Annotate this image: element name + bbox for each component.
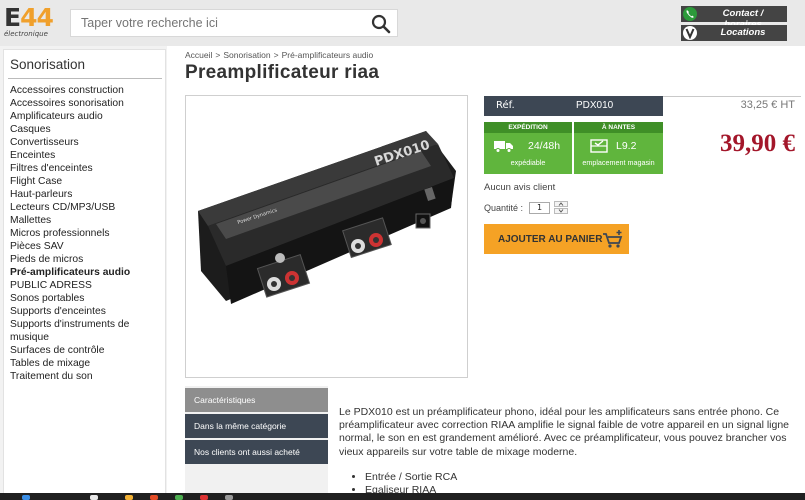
taskbar-app-icon[interactable]	[225, 495, 233, 500]
chevron-up-icon	[558, 202, 564, 206]
locations-label: Locations	[720, 27, 766, 38]
breadcrumb-separator: >	[215, 50, 221, 60]
phone-icon	[683, 7, 697, 21]
sidebar-title: Sonorisation	[10, 57, 86, 72]
sidebar-item[interactable]: Sonos portables	[10, 292, 162, 305]
reference-bar: Réf. PDX010	[484, 96, 663, 116]
locations-button[interactable]: Locations	[681, 25, 787, 41]
breadcrumb-link[interactable]: Pré-amplificateurs audio	[282, 50, 374, 60]
chevron-down-icon	[558, 209, 564, 213]
reviews-link[interactable]: Aucun avis client	[484, 182, 555, 193]
logo-letter: E	[4, 3, 21, 32]
browser-icon[interactable]	[175, 495, 183, 500]
store-box: À NANTES L9.2 emplacement magasin	[574, 122, 663, 174]
page-title: Preamplificateur riaa	[185, 62, 380, 83]
product-description: Le PDX010 est un préamplificateur phono,…	[339, 406, 789, 458]
sidebar-item[interactable]: Flight Case	[10, 175, 162, 188]
locations-icon	[683, 26, 697, 40]
product-photo: PDX010 Power Dynamics	[198, 131, 456, 304]
sidebar-item[interactable]: musique	[10, 331, 162, 344]
logo-number: 44	[20, 3, 54, 32]
search-box	[70, 9, 398, 37]
product-image[interactable]: PDX010 Power Dynamics	[185, 95, 468, 378]
shipping-status: expédiable	[510, 158, 546, 167]
quantity-decrease[interactable]	[554, 208, 568, 214]
reference-value: PDX010	[576, 100, 614, 111]
sidebar-item[interactable]: Amplificateurs audio	[10, 110, 162, 123]
store-location-label: emplacement magasin	[582, 158, 655, 167]
product-main: Accueil > Sonorisation > Pré-amplificateurs …	[167, 46, 805, 500]
sidebar-divider	[8, 78, 162, 79]
sidebar-item[interactable]: PUBLIC ADRESS	[10, 279, 162, 292]
sidebar-item[interactable]: Pré-amplificateurs audio	[10, 266, 162, 279]
site-logo[interactable]: E44 électronique	[4, 3, 58, 40]
sidebar-item[interactable]: Haut-parleurs	[10, 188, 162, 201]
tab-same-category[interactable]: Dans la même catégorie	[185, 414, 328, 438]
sidebar-item[interactable]: Casques	[10, 123, 162, 136]
add-to-cart-label: AJOUTER AU PANIER	[498, 234, 603, 245]
shelf-icon	[590, 139, 610, 153]
sidebar-item[interactable]: Accessoires construction	[10, 84, 162, 97]
product-price: 39,90 €	[720, 130, 795, 157]
store-header: À NANTES	[574, 122, 663, 133]
breadcrumb-separator: >	[273, 50, 279, 60]
price-divider	[663, 96, 801, 97]
search-input[interactable]	[81, 16, 361, 30]
sidebar-item[interactable]: Enceintes	[10, 149, 162, 162]
feature-item: Entrée / Sortie RCA	[365, 471, 457, 484]
category-sidebar: Sonorisation Accessoires construction Acc…	[3, 49, 166, 500]
store-location: L9.2	[616, 140, 637, 152]
quantity-input[interactable]: 1	[529, 202, 550, 214]
sidebar-item[interactable]: Filtres d'enceintes	[10, 162, 162, 175]
reference-label: Réf.	[496, 100, 515, 111]
shipping-header: EXPÉDITION	[484, 122, 572, 133]
cart-icon	[602, 229, 624, 249]
shipping-box: EXPÉDITION 24/48h expédiable	[484, 122, 572, 174]
tab-characteristics[interactable]: Caractéristiques	[185, 388, 328, 412]
sidebar-item[interactable]: Supports d'instruments de	[10, 318, 162, 331]
taskbar-app-icon[interactable]	[150, 495, 158, 500]
sidebar-item[interactable]: Pièces SAV	[10, 240, 162, 253]
price-excl-tax: 33,25 € HT	[740, 99, 795, 111]
truck-icon	[494, 139, 514, 153]
breadcrumb-link[interactable]: Sonorisation	[223, 50, 270, 60]
breadcrumb: Accueil > Sonorisation > Pré-amplificateurs …	[185, 50, 376, 60]
sidebar-item[interactable]: Convertisseurs	[10, 136, 162, 149]
os-taskbar	[0, 493, 805, 500]
sidebar-item[interactable]: Supports d'enceintes	[10, 305, 162, 318]
quantity-label: Quantité :	[484, 203, 524, 213]
folder-icon[interactable]	[125, 495, 133, 500]
sidebar-item[interactable]: Mallettes	[10, 214, 162, 227]
windows-start-icon[interactable]	[22, 495, 30, 500]
sidebar-item[interactable]: Accessoires sonorisation	[10, 97, 162, 110]
sidebar-item[interactable]: Pieds de micros	[10, 253, 162, 266]
sidebar-item[interactable]: Tables de mixage	[10, 357, 162, 370]
sidebar-list: Accessoires construction Accessoires sono…	[10, 84, 162, 383]
sidebar-item[interactable]: Micros professionnels	[10, 227, 162, 240]
taskbar-app-icon[interactable]	[90, 495, 98, 500]
breadcrumb-link[interactable]: Accueil	[185, 50, 212, 60]
sidebar-item[interactable]: Traitement du son	[10, 370, 162, 383]
contact-button[interactable]: Contact / horaires	[681, 6, 787, 30]
shipping-delay: 24/48h	[528, 140, 561, 152]
site-header: E44 électronique Contact / horaires Loca…	[0, 0, 805, 46]
tab-also-bought[interactable]: Nos clients ont aussi acheté	[185, 440, 328, 464]
taskbar-app-icon[interactable]	[200, 495, 208, 500]
search-icon[interactable]	[371, 14, 391, 34]
sidebar-item[interactable]: Lecteurs CD/MP3/USB	[10, 201, 162, 214]
sidebar-item[interactable]: Surfaces de contrôle	[10, 344, 162, 357]
add-to-cart-button[interactable]: AJOUTER AU PANIER	[484, 224, 629, 254]
quantity-increase[interactable]	[554, 201, 568, 207]
